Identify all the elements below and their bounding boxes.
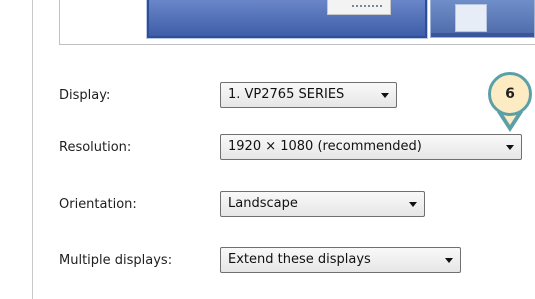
display-dropdown-value: 1. VP2765 SERIES <box>228 87 345 102</box>
resolution-dropdown[interactable]: 1920 × 1080 (recommended) <box>220 134 522 160</box>
monitor-1-preview[interactable] <box>147 0 427 38</box>
resolution-label: Resolution: <box>59 140 132 155</box>
taskbar-thumbnail <box>431 33 534 37</box>
orientation-dropdown[interactable]: Landscape <box>220 191 425 217</box>
chevron-down-icon <box>409 202 417 207</box>
multiple-displays-dropdown[interactable]: Extend these displays <box>220 247 461 273</box>
chevron-down-icon <box>381 93 389 98</box>
resolution-dropdown-value: 1920 × 1080 (recommended) <box>228 139 422 154</box>
chevron-down-icon <box>506 145 514 150</box>
left-divider <box>32 0 33 299</box>
step-number-callout: 6 <box>488 72 532 116</box>
orientation-label: Orientation: <box>59 197 137 212</box>
window-thumbnail <box>455 4 487 32</box>
chevron-down-icon <box>445 258 453 263</box>
multiple-displays-dropdown-value: Extend these displays <box>228 252 371 267</box>
display-dropdown[interactable]: 1. VP2765 SERIES <box>220 82 397 108</box>
monitor-2-preview[interactable] <box>430 0 535 38</box>
orientation-dropdown-value: Landscape <box>228 196 298 211</box>
multiple-displays-label: Multiple displays: <box>59 253 173 268</box>
window-thumbnail <box>327 0 391 15</box>
display-label: Display: <box>59 88 111 103</box>
